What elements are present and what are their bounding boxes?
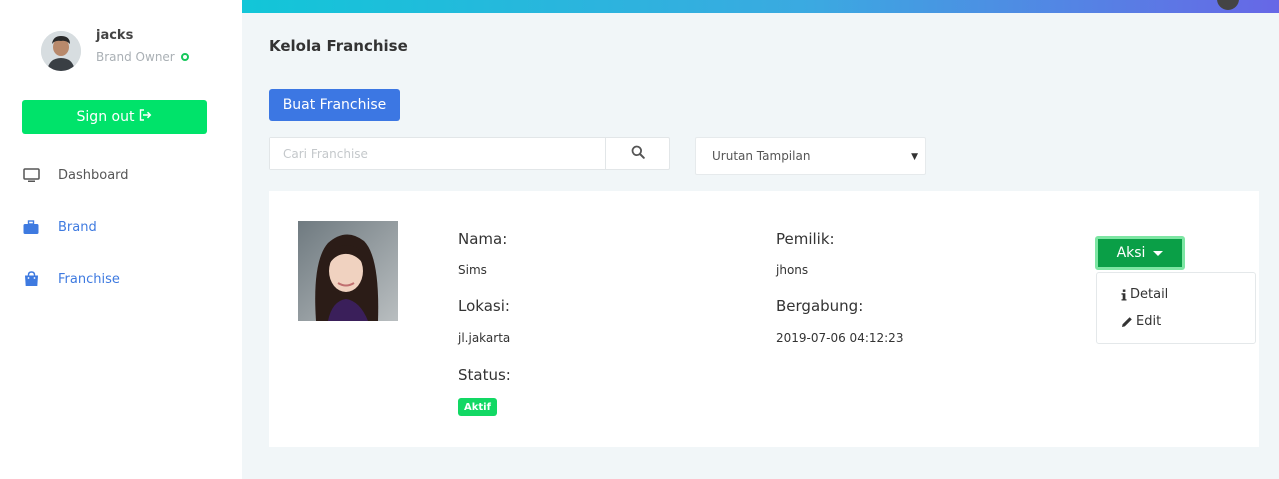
online-status-icon [180,53,189,61]
caret-down-icon: ▼ [911,152,918,162]
bergabung-value: 2019-07-06 04:12:23 [776,331,904,345]
search-button[interactable] [605,138,669,169]
user-name: jacks [96,28,134,43]
pencil-icon [1121,316,1133,328]
sign-out-label: Sign out [76,109,135,125]
lokasi-value: jl.jakarta [458,331,511,345]
status-badge: Aktif [458,398,497,416]
user-role-label: Brand Owner [96,50,175,64]
status-label: Status: [458,366,511,384]
pemilik-label: Pemilik: [776,230,835,248]
sidebar-item-label: Franchise [58,271,120,287]
sign-out-icon [139,109,152,125]
search-icon [631,144,645,163]
sidebar-item-brand[interactable]: Brand [22,219,97,235]
search-input[interactable] [270,138,605,169]
sidebar: jacks Brand Owner Sign out Dashboard Bra… [0,0,242,479]
sort-select[interactable]: Urutan Tampilan ▼ [695,137,926,175]
avatar [41,31,81,71]
info-icon [1121,289,1127,301]
page-title: Kelola Franchise [269,37,408,55]
menu-item-label: Detail [1130,287,1169,302]
franchise-card: Nama: Sims Pemilik: jhons Lokasi: jl.jak… [269,191,1259,447]
sign-out-button[interactable]: Sign out [22,100,207,134]
sidebar-item-franchise[interactable]: Franchise [22,271,120,287]
user-menu-avatar[interactable] [1217,0,1239,10]
sidebar-item-label: Brand [58,219,97,235]
pemilik-value: jhons [776,263,809,277]
franchise-photo [298,221,398,321]
user-profile: jacks Brand Owner [41,28,189,71]
shopping-bag-icon [22,271,40,287]
search-bar [269,137,670,170]
sort-select-value: Urutan Tampilan [712,149,811,163]
briefcase-icon [22,219,40,235]
sidebar-item-label: Dashboard [58,167,129,183]
aksi-dropdown-menu: Detail Edit [1096,272,1256,344]
sidebar-item-dashboard[interactable]: Dashboard [22,167,129,183]
menu-item-label: Edit [1136,314,1162,329]
aksi-label: Aksi [1116,245,1146,261]
menu-item-edit[interactable]: Edit [1121,314,1161,329]
aksi-dropdown-button[interactable]: Aksi [1095,236,1185,270]
menu-item-detail[interactable]: Detail [1121,287,1168,302]
bergabung-label: Bergabung: [776,297,864,315]
top-bar [242,0,1279,13]
create-franchise-button[interactable]: Buat Franchise [269,89,400,121]
user-role: Brand Owner [96,50,246,64]
monitor-icon [22,167,40,183]
nama-label: Nama: [458,230,508,248]
caret-down-icon [1153,250,1164,256]
lokasi-label: Lokasi: [458,297,510,315]
nama-value: Sims [458,263,487,277]
user-info: jacks Brand Owner [96,28,246,64]
